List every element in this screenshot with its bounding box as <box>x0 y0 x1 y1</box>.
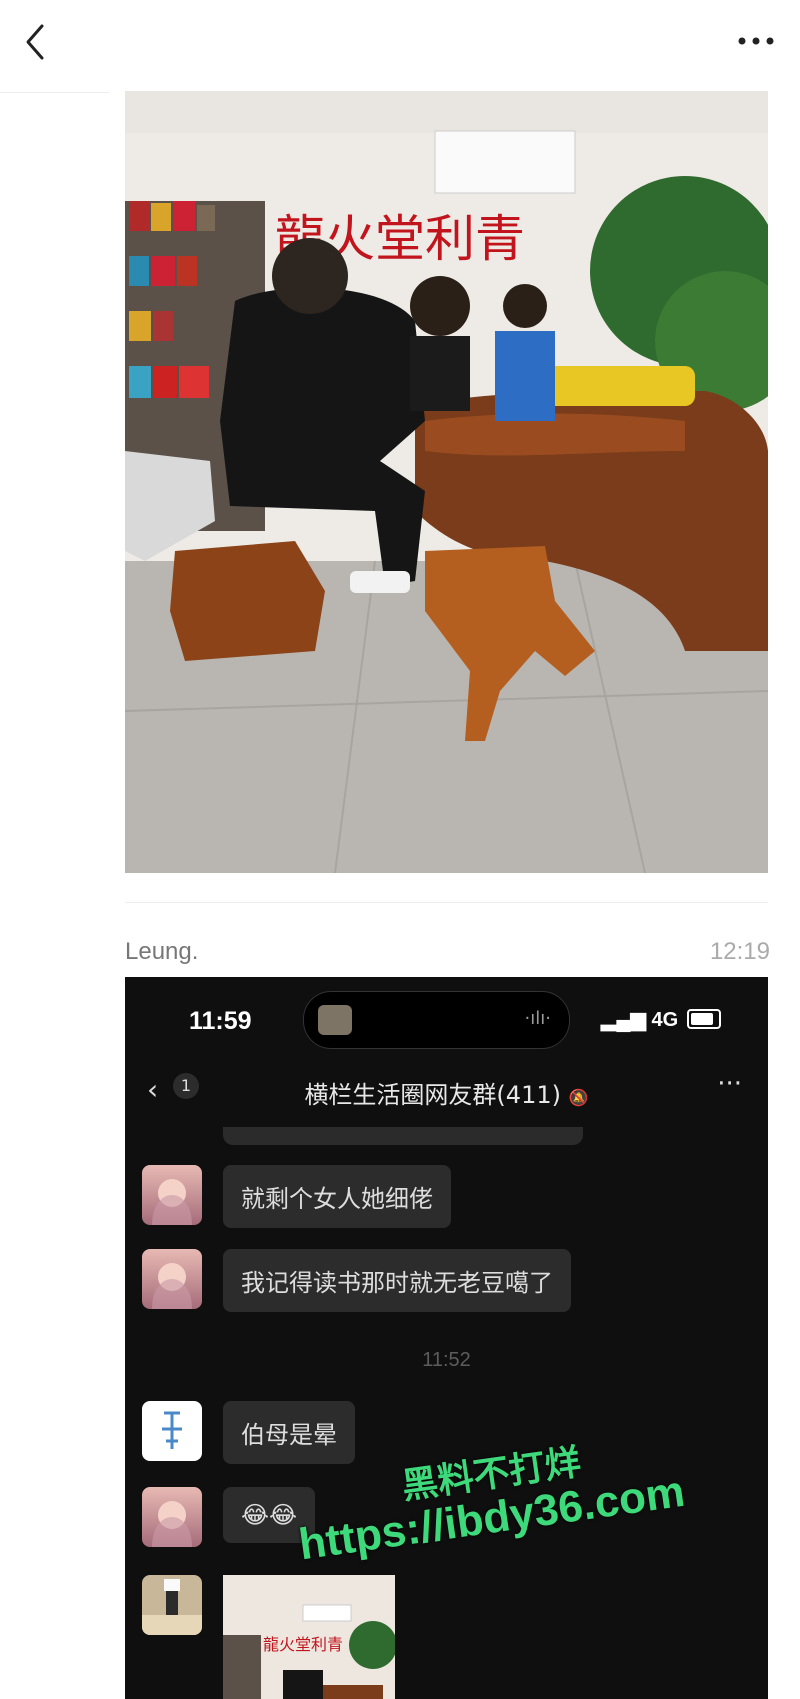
avatar <box>142 1575 202 1635</box>
avatar-girl-icon <box>152 1501 192 1547</box>
avatar-photo-icon <box>142 1579 202 1635</box>
back-button[interactable] <box>22 20 62 64</box>
avatar-girl-icon <box>152 1263 192 1309</box>
more-dots-icon <box>738 37 774 45</box>
photo-scene: 龍火堂利青 <box>125 91 768 873</box>
post-photo[interactable]: 龍火堂利青 <box>125 91 768 873</box>
avatar <box>142 1249 202 1309</box>
svg-text:龍火堂利青: 龍火堂利青 <box>263 1635 343 1654</box>
chat-more-icon: ··· <box>717 1069 742 1099</box>
more-options-button[interactable] <box>734 26 778 56</box>
author-name[interactable]: Leung. <box>125 938 198 966</box>
avatar-calligraphy-icon <box>162 1411 182 1449</box>
post-divider <box>125 902 768 903</box>
status-time: 11:59 <box>189 1007 252 1035</box>
signal-status: ▂▄▆ 4G <box>601 1007 678 1032</box>
dynamic-island: ·ılı· <box>303 991 570 1049</box>
partial-message-bubble <box>223 1127 583 1145</box>
post-time: 12:19 <box>709 938 770 965</box>
message-bubble: 我记得读书那时就无老豆噶了 <box>223 1249 571 1312</box>
message-bubble: 伯母是晕 <box>223 1401 355 1464</box>
message-bubble: 就剩个女人她细佬 <box>223 1165 451 1228</box>
network-label: 4G <box>651 1009 679 1031</box>
avatar <box>142 1165 202 1225</box>
mute-bell-icon: 🔕 <box>568 1088 589 1107</box>
island-thumbnail <box>318 1005 352 1035</box>
chevron-left-icon <box>26 24 44 60</box>
avatar <box>142 1401 202 1461</box>
battery-icon <box>687 1009 721 1029</box>
chat-title-text: 横栏生活圈网友群(411) <box>304 1081 561 1109</box>
avatar <box>142 1487 202 1547</box>
chat-title: 横栏生活圈网友群(411) 🔕 <box>125 1075 768 1110</box>
signal-bars-icon: ▂▄▆ <box>601 1009 646 1031</box>
topbar-divider <box>0 92 110 93</box>
chat-timestamp: 11:52 <box>422 1349 471 1371</box>
audio-wave-icon: ·ılı· <box>524 1008 551 1029</box>
chat-screenshot[interactable]: 11:59 ·ılı· ▂▄▆ 4G ‹ 1 横栏生活圈网友群(411) 🔕 ·… <box>125 977 768 1699</box>
top-bar <box>0 0 800 90</box>
avatar-girl-icon <box>152 1179 192 1225</box>
